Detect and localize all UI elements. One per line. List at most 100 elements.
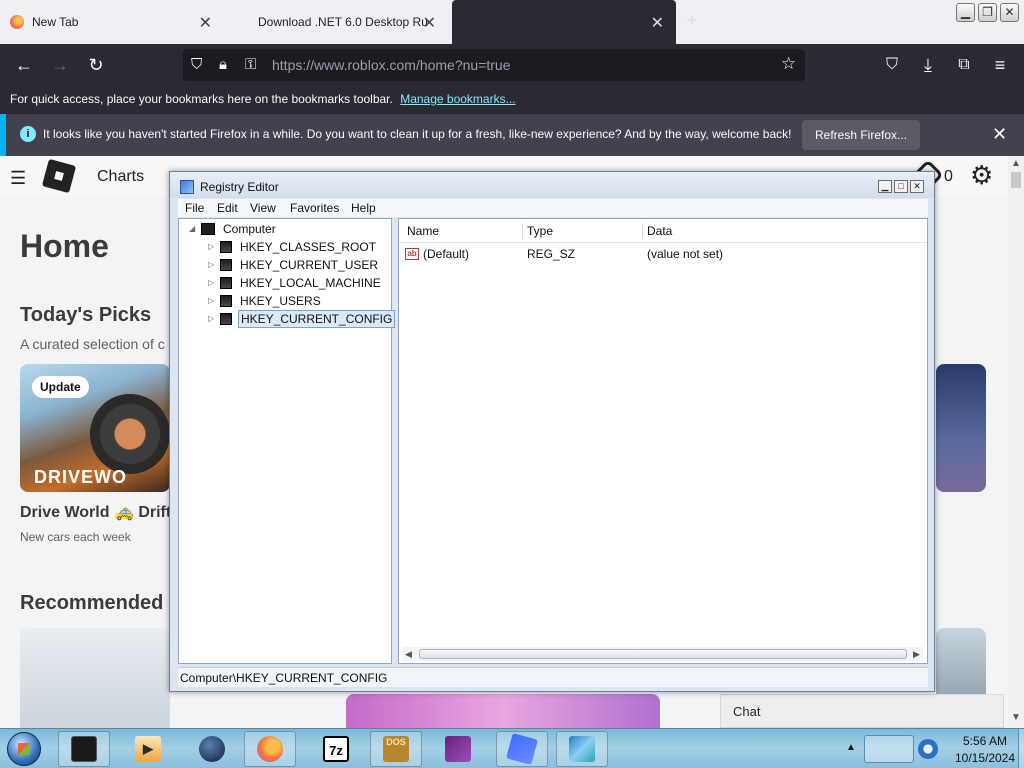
scroll-down-icon[interactable]: ▼	[1011, 712, 1021, 723]
folder-icon	[220, 313, 232, 325]
folder-icon	[220, 241, 232, 253]
roblox-logo[interactable]	[41, 158, 77, 194]
column-divider[interactable]	[642, 223, 643, 239]
back-arrow-icon[interactable]: ←	[12, 53, 36, 77]
menu-edit[interactable]: Edit	[217, 201, 238, 215]
maximize-button[interactable]: □	[894, 180, 908, 193]
game-thumbnail[interactable]	[936, 364, 986, 492]
section-subtitle: A curated selection of c	[20, 336, 165, 352]
tree-label: Computer	[223, 222, 276, 236]
close-tab-icon[interactable]: ✕	[651, 13, 664, 33]
expand-arrow-icon[interactable]: ▷	[208, 238, 218, 256]
tab-dotnet-download[interactable]: Download .NET 6.0 Desktop Ru ✕	[248, 0, 448, 44]
maximize-window-button[interactable]: ❐	[978, 3, 997, 22]
taskbar-app-dosbox[interactable]: DOS	[370, 731, 422, 767]
menu-view[interactable]: View	[250, 201, 276, 215]
scroll-up-icon[interactable]: ▲	[1011, 158, 1021, 169]
column-header-data[interactable]: Data	[647, 224, 672, 238]
game-thumbnail[interactable]	[346, 694, 660, 728]
pocket-icon[interactable]: ⛉	[880, 53, 904, 77]
close-icon[interactable]: ✕	[992, 124, 1007, 145]
page-scrollbar[interactable]: ▲ ▼	[1008, 156, 1024, 728]
tree-label: HKEY_CURRENT_CONFIG	[238, 310, 396, 328]
expand-arrow-icon[interactable]: ▷	[208, 292, 218, 310]
scroll-left-icon[interactable]: ◀	[405, 647, 412, 661]
close-button[interactable]: ✕	[910, 180, 924, 193]
value-name: (Default)	[423, 247, 470, 261]
expand-arrow-icon[interactable]: ▷	[208, 274, 218, 292]
menu-favorites[interactable]: Favorites	[290, 201, 339, 215]
collapse-arrow-icon[interactable]: ◢	[189, 220, 199, 238]
network-icon[interactable]	[918, 739, 938, 759]
registry-editor-titlebar[interactable]: Registry Editor ▁ □ ✕	[170, 172, 934, 198]
shield-icon[interactable]: ⛉	[191, 56, 202, 73]
tab-new-tab[interactable]: New Tab ✕	[0, 0, 224, 44]
close-window-button[interactable]: ✕	[1000, 3, 1019, 22]
game-subtitle: New cars each week	[20, 530, 131, 544]
chat-label: Chat	[733, 704, 761, 719]
close-tab-icon[interactable]: ✕	[423, 13, 436, 33]
taskbar-app-visual-studio[interactable]	[432, 731, 484, 767]
tab-roblox[interactable]: ✕	[452, 0, 676, 44]
column-header-name[interactable]: Name	[407, 224, 439, 238]
table-row[interactable]: ab (Default) REG_SZ (value not set)	[399, 245, 927, 263]
roblox-studio-icon	[506, 733, 538, 765]
show-hidden-icons-icon[interactable]: ▲	[846, 742, 856, 753]
clock-time[interactable]: 5:56 AM	[950, 734, 1020, 748]
scrollbar-thumb[interactable]	[419, 649, 907, 659]
globe-icon	[199, 736, 225, 762]
taskbar-app-7zip[interactable]: 7z	[310, 731, 362, 767]
close-tab-icon[interactable]: ✕	[199, 13, 212, 33]
info-icon: i	[20, 126, 36, 142]
expand-arrow-icon[interactable]: ▷	[208, 310, 218, 328]
settings-gear-icon[interactable]: ⚙	[970, 161, 993, 189]
manage-bookmarks-link[interactable]: Manage bookmarks...	[400, 92, 515, 106]
taskbar-app-terminal[interactable]	[58, 731, 110, 767]
extensions-icon[interactable]: ⧉	[952, 53, 976, 77]
key-icon[interactable]: ⚿	[245, 56, 256, 73]
minimize-window-button[interactable]: ▁	[956, 3, 975, 22]
robux-balance: 0	[944, 168, 953, 185]
new-tab-icon[interactable]: +	[686, 10, 698, 33]
forward-arrow-icon[interactable]: →	[48, 53, 72, 77]
firefox-icon	[257, 736, 283, 762]
downloads-icon[interactable]: ⤓	[916, 53, 940, 77]
menu-icon[interactable]: ≡	[988, 53, 1012, 77]
show-desktop-button[interactable]	[1018, 729, 1024, 768]
minimize-button[interactable]: ▁	[878, 180, 892, 193]
game-title[interactable]: Drive World 🚕 Drift	[20, 502, 171, 522]
scroll-right-icon[interactable]: ▶	[913, 647, 920, 661]
expand-arrow-icon[interactable]: ▷	[208, 256, 218, 274]
taskbar: ▶ 7z DOS ▲ 5:56 AM 10/15/2024	[0, 728, 1024, 768]
browser-nav-bar: ← → ↻ ⛉ 🔒︎ ⚿ https://www.roblox.com/home…	[0, 44, 1024, 86]
folder-icon	[220, 259, 232, 271]
menu-file[interactable]: File	[185, 201, 204, 215]
game-thumbnail[interactable]: Update DRIVEWO	[20, 364, 170, 492]
refresh-firefox-button[interactable]: Refresh Firefox...	[802, 120, 921, 150]
window-title: Registry Editor	[200, 180, 279, 194]
reload-icon[interactable]: ↻	[84, 53, 108, 77]
nav-charts[interactable]: Charts	[97, 168, 144, 186]
bookmark-star-icon[interactable]: ☆	[781, 54, 796, 74]
url-text[interactable]: https://www.roblox.com/home?nu=true	[272, 57, 511, 73]
clock-date[interactable]: 10/15/2024	[950, 751, 1020, 765]
registry-tree[interactable]: ◢ Computer ▷ HKEY_CLASSES_ROOT ▷ HKEY_CU…	[178, 218, 396, 664]
taskbar-app-roblox-studio[interactable]	[496, 731, 548, 767]
scrollbar-thumb[interactable]	[1011, 172, 1021, 188]
values-list[interactable]: Name Type Data ab (Default) REG_SZ (valu…	[398, 218, 928, 664]
start-button[interactable]	[7, 732, 41, 766]
chat-panel[interactable]: Chat	[720, 694, 1004, 728]
taskbar-app-firefox[interactable]	[244, 731, 296, 767]
column-header-type[interactable]: Type	[527, 224, 553, 238]
taskbar-app-registry-editor[interactable]	[556, 731, 608, 767]
column-divider[interactable]	[522, 223, 523, 239]
lock-icon[interactable]: 🔒︎	[219, 56, 227, 73]
taskbar-app-globe[interactable]	[186, 731, 238, 767]
game-thumbnail[interactable]	[20, 628, 170, 728]
menu-help[interactable]: Help	[351, 201, 376, 215]
hamburger-menu-icon[interactable]: ☰	[10, 168, 26, 189]
url-bar[interactable]: ⛉ 🔒︎ ⚿ https://www.roblox.com/home?nu=tr…	[183, 49, 805, 81]
horizontal-scrollbar[interactable]: ◀ ▶	[403, 647, 923, 661]
tray-app-icon[interactable]	[864, 735, 914, 763]
taskbar-app-media-player[interactable]: ▶	[122, 731, 174, 767]
